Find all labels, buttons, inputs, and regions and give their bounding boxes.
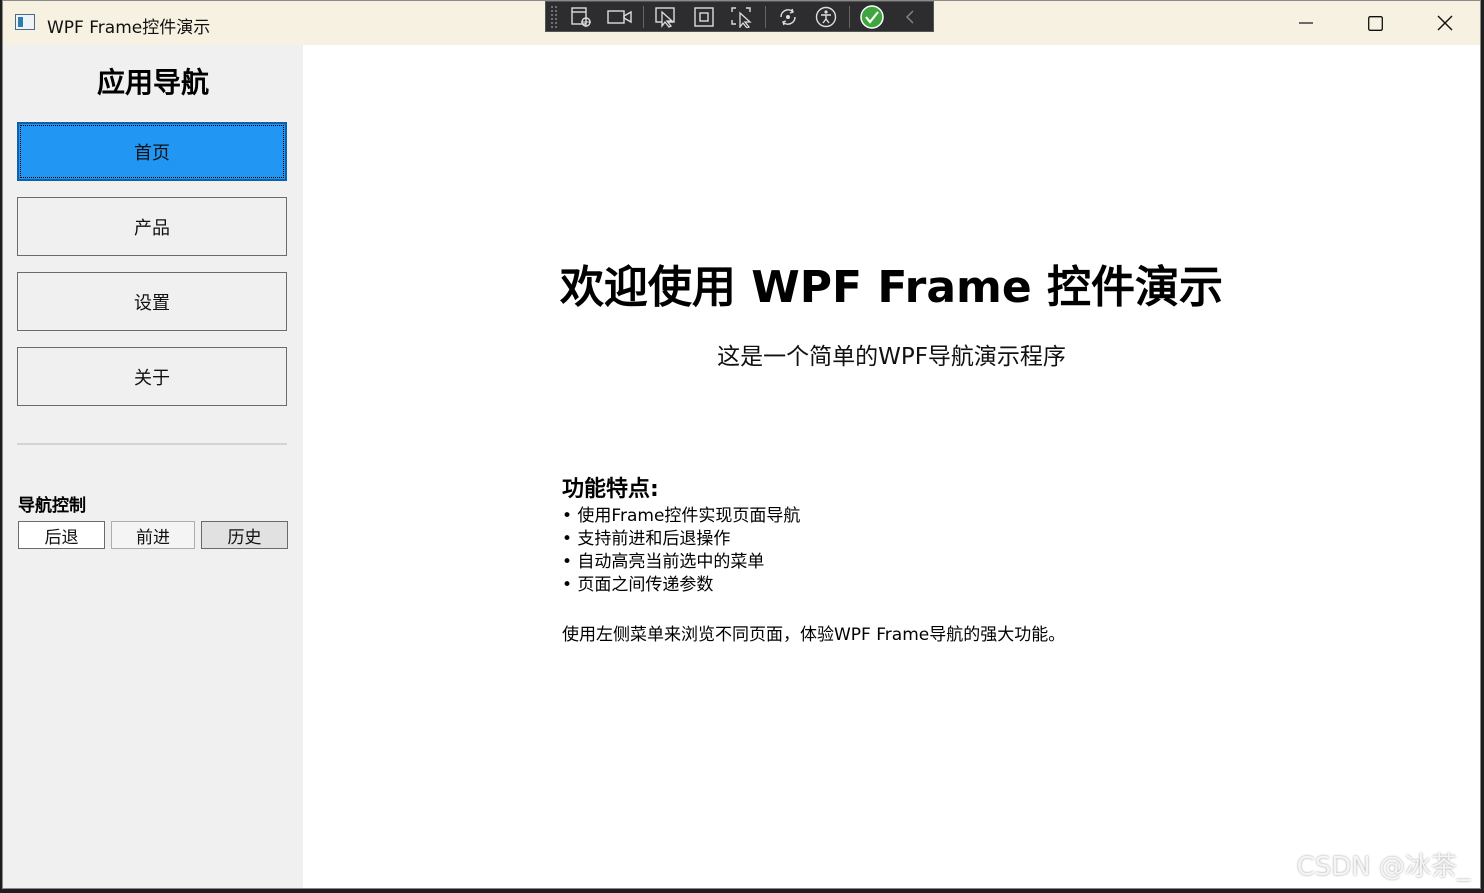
welcome-headline: 欢迎使用 WPF Frame 控件演示	[559, 262, 1224, 313]
track-focus-icon[interactable]	[727, 3, 758, 31]
display-layout-adorners-icon[interactable]	[688, 3, 719, 31]
toolbar-separator	[642, 5, 644, 28]
nav-button-about[interactable]: 关于	[17, 347, 287, 406]
app-window: WPF Frame控件演示 应用导航 首页 产品 设置 关于 导航控制 后退 前…	[2, 0, 1481, 889]
checkmark-icon[interactable]	[856, 3, 887, 31]
feature-item: • 页面之间传递参数	[562, 575, 714, 595]
minimize-button[interactable]	[1271, 1, 1341, 45]
window-title: WPF Frame控件演示	[47, 18, 211, 38]
features-section: 功能特点: • 使用Frame控件实现页面导航 • 支持前进和后退操作 • 自动…	[562, 471, 1182, 645]
wpf-debug-toolbar	[545, 1, 934, 32]
features-title: 功能特点:	[562, 477, 659, 502]
record-icon[interactable]	[604, 3, 635, 31]
toolbar-grip[interactable]	[550, 4, 558, 29]
usage-note: 使用左侧菜单来浏览不同页面，体验WPF Frame导航的强大功能。	[562, 625, 1066, 645]
watermark: CSDN @冰茶_	[1296, 852, 1470, 882]
nav-control-label: 导航控制	[18, 496, 86, 516]
sidebar: 应用导航 首页 产品 设置 关于 导航控制 后退 前进 历史	[3, 45, 303, 888]
collapse-icon[interactable]	[895, 3, 926, 31]
nav-button-home[interactable]: 首页	[17, 122, 287, 181]
feature-item: • 支持前进和后退操作	[562, 529, 731, 549]
app-icon	[15, 14, 35, 30]
feature-item: • 自动高亮当前选中的菜单	[562, 552, 765, 572]
hot-reload-icon[interactable]	[772, 3, 803, 31]
feature-item: • 使用Frame控件实现页面导航	[562, 506, 801, 526]
maximize-icon	[1367, 15, 1383, 31]
sidebar-title: 应用导航	[96, 66, 209, 99]
accessibility-icon[interactable]	[811, 3, 842, 31]
nav-button-settings[interactable]: 设置	[17, 272, 287, 331]
close-icon	[1437, 15, 1453, 31]
welcome-subline: 这是一个简单的WPF导航演示程序	[717, 344, 1066, 370]
toolbar-separator	[849, 5, 851, 28]
nav-button-products[interactable]: 产品	[17, 197, 287, 256]
toolbar-separator	[765, 5, 767, 28]
live-visual-tree-icon[interactable]	[566, 3, 597, 31]
close-button[interactable]	[1410, 1, 1480, 45]
forward-button[interactable]: 前进	[111, 521, 195, 549]
maximize-button[interactable]	[1340, 1, 1410, 45]
content-frame: 欢迎使用 WPF Frame 控件演示 这是一个简单的WPF导航演示程序 功能特…	[303, 45, 1480, 888]
select-element-icon[interactable]	[650, 3, 681, 31]
sidebar-divider	[17, 443, 287, 445]
back-button[interactable]: 后退	[18, 521, 105, 549]
history-button[interactable]: 历史	[201, 521, 288, 549]
minimize-icon	[1299, 22, 1313, 24]
